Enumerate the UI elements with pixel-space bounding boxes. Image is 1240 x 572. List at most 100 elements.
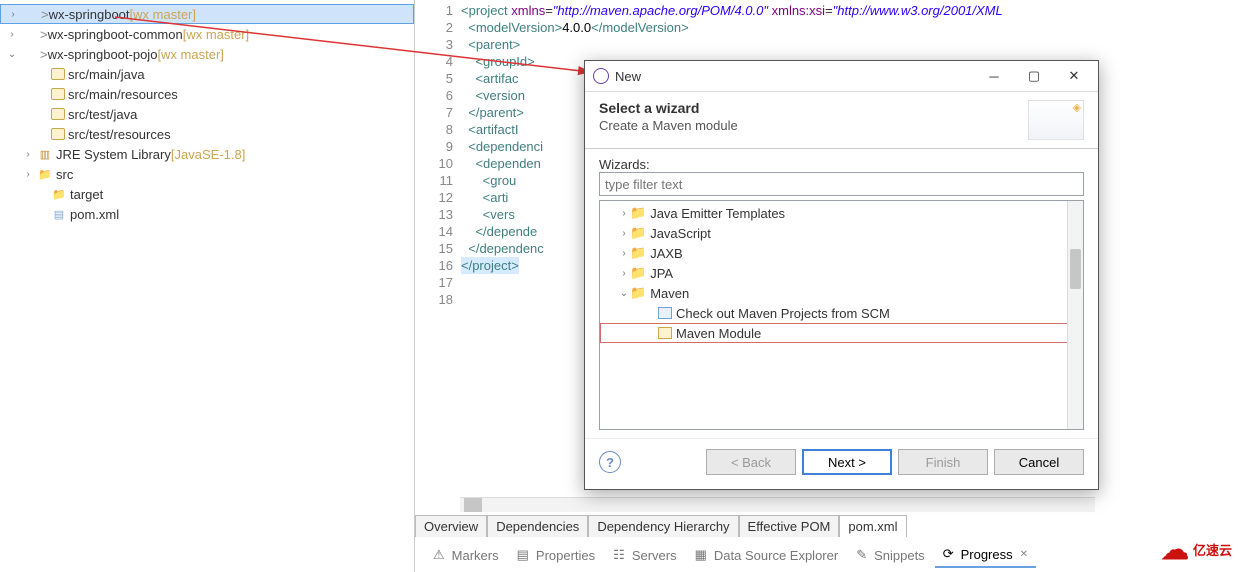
ic-file-icon: ▤ <box>51 206 67 222</box>
tab-pom.xml[interactable]: pom.xml <box>839 515 906 537</box>
expand-icon[interactable]: › <box>7 9 19 20</box>
minimize-button[interactable]: ─ <box>974 62 1014 90</box>
tab-dependency-hierarchy[interactable]: Dependency Hierarchy <box>588 515 738 537</box>
wizard-label: Maven Module <box>676 326 761 341</box>
wizard-maven[interactable]: ⌄📁Maven <box>600 283 1083 303</box>
tab-dependencies[interactable]: Dependencies <box>487 515 588 537</box>
tree-label: src/test/resources <box>68 127 171 142</box>
eclipse-icon <box>593 68 609 84</box>
back-button[interactable]: < Back <box>706 449 796 475</box>
code-line[interactable]: <parent> <box>461 36 1003 53</box>
ic-jar-icon <box>51 108 65 120</box>
dialog-titlebar[interactable]: New ─ ▢ ✕ <box>585 61 1098 91</box>
wizard-java-emitter-templates[interactable]: ›📁Java Emitter Templates <box>600 203 1083 223</box>
ic-proj-icon <box>21 46 37 62</box>
view-data-source-explorer[interactable]: ▦ Data Source Explorer <box>687 543 843 567</box>
tree-decoration: [wx master] <box>130 7 196 22</box>
tree-item-src-main-java[interactable]: src/main/java <box>0 64 414 84</box>
expand-icon[interactable]: › <box>22 169 34 180</box>
tree-item-wx-springboot-pojo[interactable]: ⌄> wx-springboot-pojo [wx master] <box>0 44 414 64</box>
wizard-check-out-maven-projects-from-scm[interactable]: Check out Maven Projects from SCM <box>600 303 1083 323</box>
expand-icon[interactable]: › <box>22 149 34 160</box>
tree-item-src-test-resources[interactable]: src/test/resources <box>0 124 414 144</box>
tree-decoration: [JavaSE-1.8] <box>171 147 245 162</box>
folder-icon: 📁 <box>630 205 646 221</box>
view-progress[interactable]: ⟳ Progress ✕ <box>935 542 1036 568</box>
tree-item-src-test-java[interactable]: src/test/java <box>0 104 414 124</box>
bottom-views-bar[interactable]: ⚠ Markers▤ Properties☷ Servers ▦ Data Sou… <box>425 542 1036 568</box>
expand-icon[interactable]: › <box>618 208 630 219</box>
tree-item-src-main-resources[interactable]: src/main/resources <box>0 84 414 104</box>
ic-pkg-icon: ▥ <box>37 146 53 162</box>
dialog-banner: Select a wizard Create a Maven module <box>585 91 1098 149</box>
view-properties[interactable]: ▤ Properties <box>509 543 600 567</box>
wizard-label: Check out Maven Projects from SCM <box>676 306 890 321</box>
wizard-label: Maven <box>650 286 689 301</box>
line-number: 15 <box>415 240 453 257</box>
maven-icon <box>658 327 672 339</box>
view-icon: ▦ <box>691 545 711 565</box>
ic-jar-icon <box>51 88 65 100</box>
code-line[interactable]: <project xmlns="http://maven.apache.org/… <box>461 2 1003 19</box>
expand-icon[interactable]: › <box>6 29 18 40</box>
tree-label: src/main/resources <box>68 87 178 102</box>
cancel-button[interactable]: Cancel <box>994 449 1084 475</box>
view-markers[interactable]: ⚠ Markers <box>425 543 503 567</box>
tree-label: src <box>56 167 73 182</box>
maximize-button[interactable]: ▢ <box>1014 62 1054 90</box>
wizard-tree[interactable]: ›📁Java Emitter Templates›📁JavaScript›📁JA… <box>599 200 1084 430</box>
expand-icon[interactable]: ⌄ <box>6 49 18 60</box>
tab-overview[interactable]: Overview <box>415 515 487 537</box>
wizard-jpa[interactable]: ›📁JPA <box>600 263 1083 283</box>
code-line[interactable]: <modelVersion>4.0.0</modelVersion> <box>461 19 1003 36</box>
finish-button[interactable]: Finish <box>898 449 988 475</box>
wizard-label: JavaScript <box>650 226 711 241</box>
tree-item-wx-springboot-common[interactable]: ›> wx-springboot-common [wx master] <box>0 24 414 44</box>
tree-item-pom-xml[interactable]: ▤pom.xml <box>0 204 414 224</box>
ic-proj-icon <box>22 6 38 22</box>
tree-decoration: [wx master] <box>157 47 223 62</box>
line-number: 16 <box>415 257 453 274</box>
tree-decoration: [wx master] <box>183 27 249 42</box>
tree-item-wx-springboot[interactable]: ›> wx-springboot [wx master] <box>0 4 414 24</box>
wizard-scrollbar[interactable] <box>1067 201 1083 429</box>
line-number: 12 <box>415 189 453 206</box>
tab-effective-pom[interactable]: Effective POM <box>739 515 840 537</box>
tree-label: target <box>70 187 103 202</box>
editor-horizontal-scrollbar[interactable] <box>460 497 1095 512</box>
tree-label: JRE System Library <box>56 147 171 162</box>
tree-item-target[interactable]: 📁target <box>0 184 414 204</box>
view-icon: ▤ <box>513 545 533 565</box>
dialog-title: New <box>615 69 641 84</box>
view-snippets[interactable]: ✎ Snippets <box>848 543 929 567</box>
project-explorer[interactable]: ›> wx-springboot [wx master]›> wx-spring… <box>0 0 415 572</box>
line-number: 6 <box>415 87 453 104</box>
ic-jar-icon <box>51 68 65 80</box>
view-icon: ⟳ <box>939 544 958 564</box>
wizard-javascript[interactable]: ›📁JavaScript <box>600 223 1083 243</box>
tree-label: pom.xml <box>70 207 119 222</box>
expand-icon[interactable]: › <box>618 248 630 259</box>
next-button[interactable]: Next > <box>802 449 892 475</box>
editor-bottom-tabs[interactable]: OverviewDependenciesDependency Hierarchy… <box>415 515 907 537</box>
help-button[interactable]: ? <box>599 451 621 473</box>
expand-icon[interactable]: ⌄ <box>618 288 630 299</box>
new-wizard-dialog: New ─ ▢ ✕ Select a wizard Create a Maven… <box>584 60 1099 490</box>
wizard-maven-module[interactable]: Maven Module <box>600 323 1083 343</box>
line-number: 3 <box>415 36 453 53</box>
tree-item-jre-system-library-[interactable]: ›▥JRE System Library [JavaSE-1.8] <box>0 144 414 164</box>
expand-icon[interactable]: › <box>618 268 630 279</box>
line-number: 13 <box>415 206 453 223</box>
close-button[interactable]: ✕ <box>1054 62 1094 90</box>
wizard-filter-input[interactable] <box>599 172 1084 196</box>
close-icon[interactable]: ✕ <box>1016 547 1032 562</box>
line-number: 17 <box>415 274 453 291</box>
tree-item-src[interactable]: ›📁src <box>0 164 414 184</box>
view-servers[interactable]: ☷ Servers <box>605 543 680 567</box>
line-number: 4 <box>415 53 453 70</box>
tree-label: src/main/java <box>68 67 145 82</box>
wizard-banner-icon <box>1028 100 1084 140</box>
expand-icon[interactable]: › <box>618 228 630 239</box>
folder-icon: 📁 <box>630 265 646 281</box>
wizard-jaxb[interactable]: ›📁JAXB <box>600 243 1083 263</box>
